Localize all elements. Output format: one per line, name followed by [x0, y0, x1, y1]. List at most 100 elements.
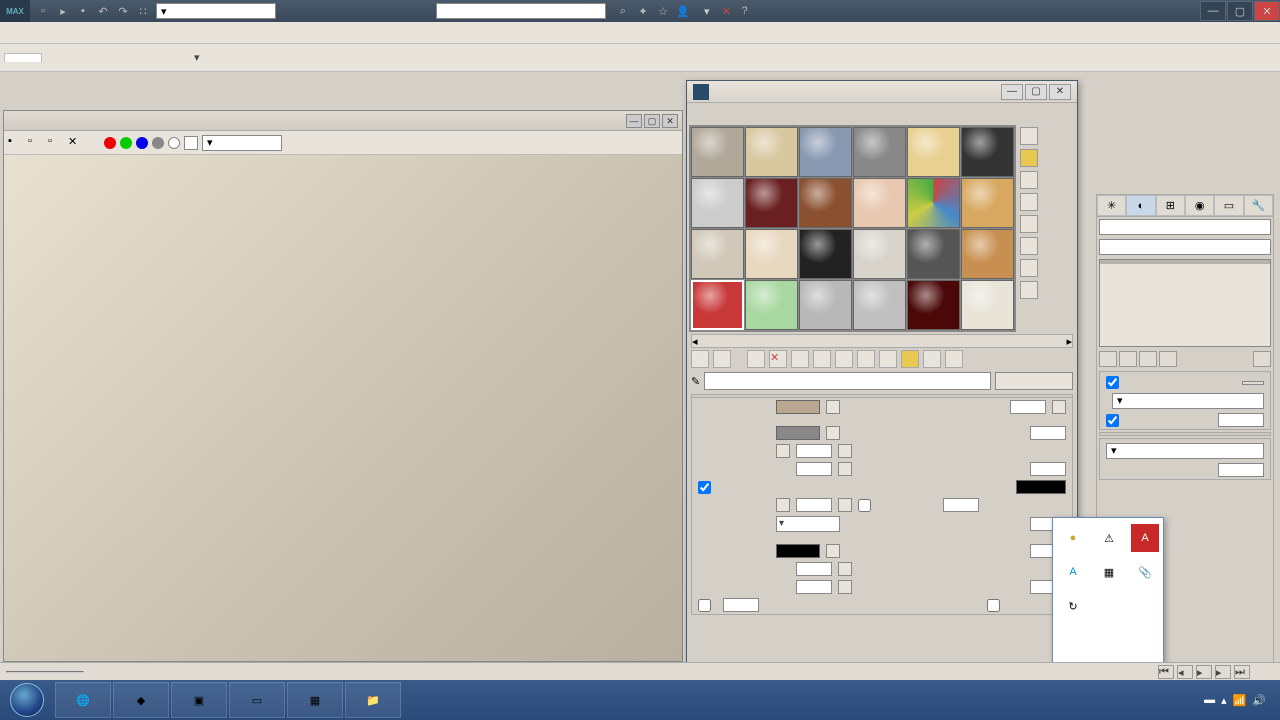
- material-sample[interactable]: [853, 127, 906, 177]
- reflect-swatch[interactable]: [776, 426, 820, 440]
- iv-close-icon[interactable]: ✕: [662, 114, 678, 128]
- material-sample[interactable]: [853, 229, 906, 279]
- menu-edit[interactable]: [8, 31, 28, 35]
- refr-exitc-checkbox[interactable]: [987, 599, 1000, 612]
- tray-up-icon[interactable]: ▴: [1221, 694, 1227, 707]
- options-icon[interactable]: [1020, 259, 1038, 277]
- ior-spinner[interactable]: [796, 580, 832, 594]
- dimdist-spinner[interactable]: [943, 498, 979, 512]
- minimize-button[interactable]: —: [1200, 1, 1226, 21]
- goto-start-icon[interactable]: ⏮: [1158, 665, 1174, 679]
- make-copy-icon[interactable]: [791, 350, 809, 368]
- search-input[interactable]: [436, 3, 606, 19]
- targeted-spinner[interactable]: [1218, 413, 1264, 427]
- taskbar-explorer-icon[interactable]: 📁: [345, 682, 401, 718]
- me-close-icon[interactable]: ✕: [1049, 84, 1071, 100]
- diffuse-map-button[interactable]: [826, 400, 840, 414]
- material-sample-selected[interactable]: [691, 280, 744, 330]
- material-sample[interactable]: [961, 229, 1014, 279]
- menu-scripting[interactable]: [272, 31, 292, 35]
- units-selector[interactable]: ▾: [1106, 443, 1264, 459]
- background-icon[interactable]: [1020, 171, 1038, 189]
- menu-tools[interactable]: [32, 31, 52, 35]
- binoculars-icon[interactable]: ⌕: [614, 2, 632, 20]
- tray-network-icon[interactable]: 📶: [1233, 694, 1247, 707]
- sample-uv-icon[interactable]: [1020, 193, 1038, 211]
- exchange-icon[interactable]: ✕: [718, 2, 736, 20]
- abbe-checkbox[interactable]: [698, 599, 711, 612]
- fresnelior-spinner[interactable]: [796, 498, 832, 512]
- material-sample[interactable]: [691, 178, 744, 228]
- show-map-icon[interactable]: [879, 350, 897, 368]
- refract-map[interactable]: [826, 544, 840, 558]
- display-tab-icon[interactable]: ▭: [1214, 195, 1243, 216]
- targeted-checkbox[interactable]: [1106, 414, 1119, 427]
- configure-icon[interactable]: [1253, 351, 1271, 367]
- fresnelior-lock[interactable]: [776, 498, 790, 512]
- customize-link[interactable]: [1059, 620, 1157, 630]
- fresnelior-map[interactable]: [838, 498, 852, 512]
- new-icon[interactable]: ▫: [34, 2, 52, 20]
- viewport-rollout-header[interactable]: [1100, 433, 1270, 435]
- tab-modeling[interactable]: [4, 53, 42, 62]
- rgloss-map[interactable]: [838, 462, 852, 476]
- hgloss-map[interactable]: [838, 444, 852, 458]
- app-logo-icon[interactable]: MAX: [0, 0, 30, 22]
- modifier-list-selector[interactable]: [1099, 239, 1271, 255]
- assign-icon[interactable]: [747, 350, 765, 368]
- iv-copy-icon[interactable]: ▫: [28, 135, 44, 151]
- exclude-button[interactable]: [1242, 381, 1264, 385]
- iv-save-icon[interactable]: ▪: [8, 135, 24, 151]
- channel-selector[interactable]: ▾: [202, 135, 282, 151]
- menu-civilview[interactable]: [224, 31, 244, 35]
- sample-type-icon[interactable]: [1020, 127, 1038, 145]
- modifier-stack[interactable]: [1099, 259, 1271, 347]
- show-end-icon[interactable]: [901, 350, 919, 368]
- object-name-input[interactable]: [1099, 219, 1271, 235]
- nav-icon[interactable]: ✦: [634, 2, 652, 20]
- material-sample[interactable]: [745, 229, 798, 279]
- redo-icon[interactable]: ↷: [114, 2, 132, 20]
- hgloss-spinner[interactable]: [796, 444, 832, 458]
- refresh-icon[interactable]: ↻: [1059, 592, 1087, 620]
- diffuse-swatch[interactable]: [776, 400, 820, 414]
- tray-sound-icon[interactable]: 🔊: [1252, 694, 1266, 707]
- show-end-result-icon[interactable]: [1119, 351, 1137, 367]
- tab-freeform[interactable]: [42, 54, 78, 62]
- me-max-icon[interactable]: ▢: [1025, 84, 1047, 100]
- reset-icon[interactable]: ✕: [769, 350, 787, 368]
- tray-flag-icon[interactable]: ▬: [1204, 694, 1215, 706]
- menu-create[interactable]: [104, 31, 124, 35]
- clip-icon[interactable]: 📎: [1131, 558, 1159, 586]
- red-channel-icon[interactable]: [104, 137, 116, 149]
- taskbar-app-icon[interactable]: ◆: [113, 682, 169, 718]
- autodesk-icon[interactable]: A: [1059, 558, 1087, 586]
- menu-help[interactable]: [320, 31, 340, 35]
- menu-modifiers[interactable]: [128, 31, 148, 35]
- material-sample[interactable]: [961, 178, 1014, 228]
- material-sample[interactable]: [691, 127, 744, 177]
- motion-tab-icon[interactable]: ◉: [1185, 195, 1214, 216]
- material-sample[interactable]: [745, 127, 798, 177]
- maximize-button[interactable]: ▢: [1227, 1, 1253, 21]
- blue-channel-icon[interactable]: [136, 137, 148, 149]
- video-check-icon[interactable]: [1020, 215, 1038, 233]
- iv-min-icon[interactable]: —: [626, 114, 642, 128]
- signin-link[interactable]: ▾: [696, 5, 718, 18]
- menu-grapheditors[interactable]: [176, 31, 196, 35]
- material-sample[interactable]: [799, 127, 852, 177]
- image-viewer-title[interactable]: — ▢ ✕: [4, 111, 682, 131]
- material-scroll[interactable]: ◂▸: [691, 334, 1073, 348]
- workspace-selector[interactable]: ▾: [156, 3, 276, 19]
- select-by-mat-icon[interactable]: [1020, 281, 1038, 299]
- refract-swatch[interactable]: [776, 544, 820, 558]
- star-icon[interactable]: ☆: [654, 2, 672, 20]
- image-content[interactable]: [4, 155, 682, 661]
- iv-max-icon[interactable]: ▢: [644, 114, 660, 128]
- abbe-spinner[interactable]: [723, 598, 759, 612]
- pin-stack-icon[interactable]: [1099, 351, 1117, 367]
- taskbar-calc-icon[interactable]: ▦: [287, 682, 343, 718]
- material-sample[interactable]: [745, 178, 798, 228]
- material-type-button[interactable]: [995, 372, 1073, 390]
- menu-animation[interactable]: [152, 31, 172, 35]
